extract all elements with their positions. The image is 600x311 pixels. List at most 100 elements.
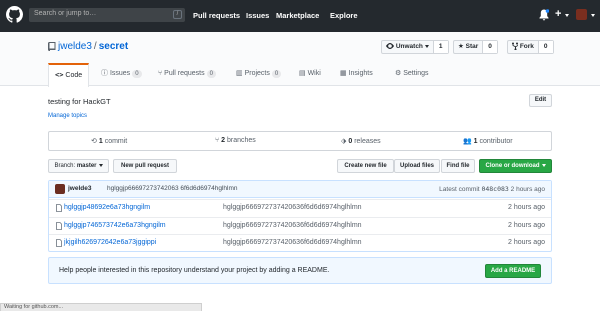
upload-files-button[interactable]: Upload files bbox=[394, 159, 440, 173]
commit-author-link[interactable]: jwelde3 bbox=[68, 185, 91, 192]
project-icon: ▥ bbox=[236, 70, 243, 77]
bell-icon[interactable] bbox=[539, 9, 549, 21]
find-file-button[interactable]: Find file bbox=[441, 159, 475, 173]
tab-wiki[interactable]: ▤ Wiki bbox=[293, 63, 327, 86]
clone-download-button[interactable]: Clone or download bbox=[479, 159, 552, 173]
latest-commit-bar: jwelde3 hglggjp66697273742063 6f6d6d6974… bbox=[49, 181, 551, 198]
pull-request-icon: ⑂ bbox=[158, 70, 163, 77]
readme-prompt: Help people interested in this repositor… bbox=[48, 257, 552, 284]
watch-count[interactable]: 1 bbox=[433, 41, 448, 53]
people-icon: 👥 bbox=[463, 138, 472, 145]
file-name-link[interactable]: jkjgilh626972642e6a73jggippi bbox=[64, 239, 156, 246]
tab-projects-label: Projects bbox=[244, 70, 270, 77]
tab-wiki-label: Wiki bbox=[307, 70, 321, 77]
contributors-link[interactable]: 👥 1 contributor bbox=[463, 137, 513, 145]
tab-issues-count: 0 bbox=[132, 70, 142, 78]
edit-button[interactable]: Edit bbox=[529, 94, 552, 107]
commit-message-link[interactable]: hglggjp66697273742063 6f6d6d6974hglhlmn bbox=[107, 185, 237, 192]
tab-pull-requests-label: Pull requests bbox=[164, 70, 205, 77]
tab-projects[interactable]: ▥ Projects 0 bbox=[230, 63, 287, 86]
tab-issues-label: Issues bbox=[109, 70, 131, 77]
file-list: jwelde3 hglggjp66697273742063 6f6d6d6974… bbox=[48, 180, 552, 252]
tab-code[interactable]: <> Code bbox=[48, 63, 90, 87]
chevron-down-icon bbox=[541, 163, 546, 167]
search-placeholder: Search or jump to… bbox=[34, 10, 97, 17]
nav-explore[interactable]: Explore bbox=[330, 11, 358, 20]
tab-projects-count: 0 bbox=[271, 70, 282, 78]
file-age: 2 hours ago bbox=[508, 222, 545, 229]
nav-issues[interactable]: Issues bbox=[246, 11, 269, 20]
contributors-label: contributor bbox=[479, 138, 513, 145]
readme-prompt-text: Help people interested in this repositor… bbox=[59, 267, 330, 274]
star-label: Star bbox=[465, 43, 479, 50]
new-pull-request-button[interactable]: New pull request bbox=[113, 159, 177, 173]
file-commit-message-link[interactable]: hglggjp666972737420636f6d6d6974hglhlmn bbox=[223, 239, 362, 246]
branch-select-button[interactable]: Branch: master bbox=[48, 159, 109, 173]
file-icon bbox=[56, 204, 62, 212]
file-name-link[interactable]: hglggjp746573742e6a73hgngilm bbox=[64, 222, 166, 229]
star-button[interactable]: ★ Star 0 bbox=[453, 40, 498, 54]
commits-link[interactable]: ⟲ 1 commit bbox=[91, 137, 127, 145]
table-row: hglggjp48692e6a73hgngilm hglggjp66697273… bbox=[49, 199, 551, 216]
commits-count: 1 bbox=[98, 138, 103, 145]
tag-icon: ⬗ bbox=[341, 138, 347, 145]
tab-settings[interactable]: ⚙ Settings bbox=[389, 63, 435, 86]
branch-select-value: master bbox=[76, 163, 97, 169]
plus-icon[interactable]: + bbox=[555, 8, 561, 20]
create-new-file-button[interactable]: Create new file bbox=[337, 159, 394, 173]
fork-icon bbox=[512, 42, 519, 51]
repo-header: jwelde3/secret Unwatch 1 ★ Star 0 Fork 0… bbox=[0, 32, 600, 87]
code-icon: <> bbox=[55, 71, 64, 79]
file-age: 2 hours ago bbox=[508, 204, 545, 211]
history-icon: ⟲ bbox=[91, 138, 97, 145]
releases-label: releases bbox=[354, 138, 381, 145]
commits-label: commit bbox=[104, 138, 128, 145]
add-readme-button[interactable]: Add a README bbox=[485, 264, 541, 278]
search-input[interactable]: Search or jump to… / bbox=[29, 8, 185, 22]
branch-select-label: Branch: bbox=[54, 163, 76, 169]
avatar[interactable] bbox=[55, 184, 65, 194]
fork-label: Fork bbox=[519, 43, 534, 50]
releases-link[interactable]: ⬗ 0 releases bbox=[341, 137, 381, 145]
branch-icon: ⑂ bbox=[215, 137, 220, 144]
tab-pull-requests[interactable]: ⑂ Pull requests 0 bbox=[152, 63, 222, 86]
browser-status-bar: Waiting for github.com... bbox=[0, 303, 202, 311]
fork-button[interactable]: Fork 0 bbox=[507, 40, 554, 54]
tab-insights[interactable]: ▦ Insights bbox=[334, 63, 379, 86]
nav-marketplace[interactable]: Marketplace bbox=[276, 11, 319, 20]
nav-pull-requests[interactable]: Pull requests bbox=[193, 11, 240, 20]
repo-separator: / bbox=[93, 41, 97, 52]
file-name-link[interactable]: hglggjp48692e6a73hgngilm bbox=[64, 204, 150, 211]
file-commit-message-link[interactable]: hglggjp666972737420636f6d6d6974hglhlmn bbox=[223, 204, 362, 211]
status-text: Waiting for github.com... bbox=[4, 304, 64, 310]
commit-meta: Latest commit 048c083 2 hours ago bbox=[439, 185, 545, 193]
file-icon bbox=[56, 239, 62, 247]
repo-name-link[interactable]: secret bbox=[99, 41, 128, 52]
chevron-down-icon[interactable] bbox=[563, 12, 569, 19]
tab-issues[interactable]: ⓘ Issues 0 bbox=[95, 63, 148, 86]
branches-link[interactable]: ⑂ 2 branches bbox=[215, 137, 256, 144]
eye-icon bbox=[386, 43, 394, 50]
gear-icon: ⚙ bbox=[395, 70, 402, 77]
chevron-down-icon[interactable] bbox=[589, 12, 595, 19]
commit-sha-link[interactable]: 048c083 bbox=[481, 185, 508, 193]
manage-topics-link[interactable]: Manage topics bbox=[48, 113, 87, 119]
issue-icon: ⓘ bbox=[101, 70, 108, 77]
github-logo-icon[interactable] bbox=[6, 6, 23, 23]
clone-download-label: Clone or download bbox=[485, 163, 540, 169]
file-commit-message-link[interactable]: hglggjp666972737420636f6d6d6974hglhlmn bbox=[223, 222, 362, 229]
repo-title: jwelde3/secret bbox=[58, 41, 128, 52]
repo-summary: ⟲ 1 commit ⑂ 2 branches ⬗ 0 releases 👥 1… bbox=[48, 131, 552, 151]
watch-button[interactable]: Unwatch 1 bbox=[381, 40, 449, 54]
branches-count: 2 bbox=[221, 137, 226, 144]
global-header: Search or jump to… / Pull requests Issue… bbox=[0, 0, 600, 32]
chevron-down-icon bbox=[98, 163, 103, 167]
search-shortcut-key: / bbox=[173, 10, 182, 19]
file-age: 2 hours ago bbox=[508, 239, 545, 246]
repo-owner-link[interactable]: jwelde3 bbox=[58, 41, 92, 52]
star-count[interactable]: 0 bbox=[483, 41, 497, 53]
tab-code-label: Code bbox=[65, 72, 83, 79]
fork-count[interactable]: 0 bbox=[538, 41, 553, 53]
latest-commit-label: Latest commit bbox=[439, 186, 480, 193]
avatar-icon[interactable] bbox=[576, 9, 587, 20]
